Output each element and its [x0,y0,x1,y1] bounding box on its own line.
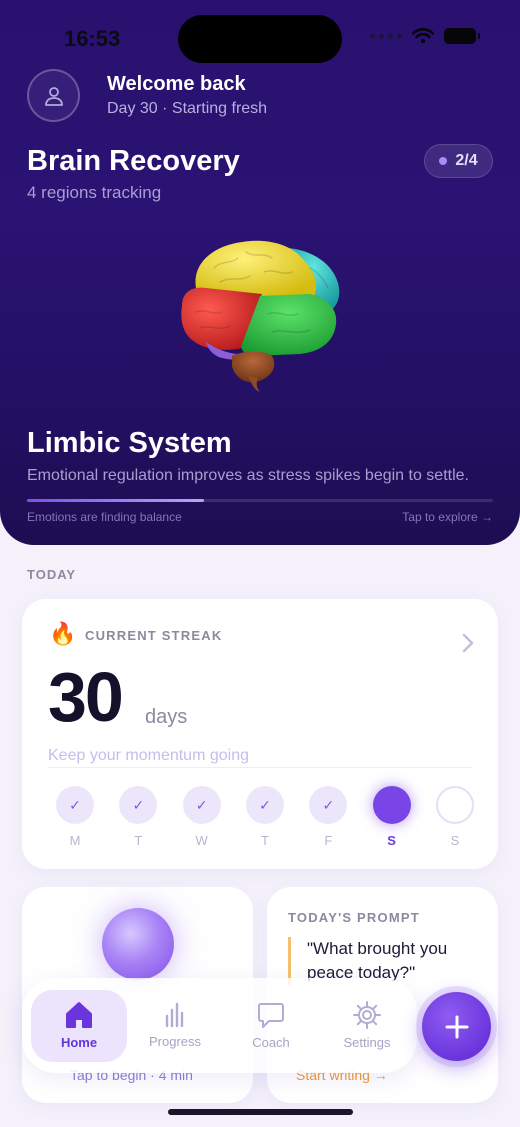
tab-home-label: Home [60,1035,98,1050]
add-button[interactable] [422,992,491,1061]
day-circle [372,786,411,824]
divider [48,767,472,768]
check-icon: ✓ [309,786,348,824]
chevron-right-icon[interactable] [462,633,474,653]
tab-coach-label: Coach [252,1035,290,1050]
day-subtitle: Day 30 · Starting fresh [107,100,268,117]
week-day-label: T [261,833,269,848]
streak-subtitle: Keep your momentum going [48,747,249,764]
tab-settings[interactable]: Settings [319,990,415,1062]
week-day-label: S [387,833,396,848]
tab-home[interactable]: Home [31,989,127,1062]
status-icons [370,28,480,44]
badge-label: 2/4 [455,152,478,169]
region-progress-bar [27,499,493,502]
tap-to-explore-link[interactable]: Tap to explore → [402,510,493,524]
tab-progress-label: Progress [148,1034,202,1049]
avatar[interactable] [27,69,80,122]
home-icon [66,1002,92,1028]
region-description: Emotional regulation improves as stress … [27,467,469,484]
check-icon: ✓ [56,786,94,824]
week-day: ✓ F [308,786,348,848]
home-indicator[interactable] [168,1109,353,1115]
tab-progress[interactable]: Progress [127,990,223,1062]
page-title: Brain Recovery [27,145,240,177]
hero-panel: 16:53 Welcome back Day 30 · Starting fre… [0,0,520,545]
cellular-signal-icon [370,33,402,39]
week-day: S [372,786,412,848]
user-icon [44,86,63,106]
streak-value: 30 [48,658,124,736]
gear-icon [353,1001,381,1029]
bar-chart-icon [165,1002,184,1028]
day-circle [435,786,474,824]
week-day: ✓ T [245,786,285,848]
week-day: S [435,786,475,848]
tab-settings-label: Settings [343,1035,391,1050]
region-progress-fill [27,499,205,502]
tab-bar: Home Progress Coach Settings [22,978,417,1073]
week-day-label: W [195,833,208,848]
week-day: ✓ T [118,786,158,848]
week-day-label: M [69,833,81,848]
week-day: ✓ M [55,786,95,848]
wifi-icon [412,28,434,44]
status-time: 16:53 [64,26,121,51]
streak-card[interactable]: 🔥 CURRENT STREAK 30 days Keep your momen… [22,599,498,869]
chat-bubble-icon [258,1003,284,1028]
week-day-label: S [450,833,460,848]
week-day-label: T [134,833,143,848]
region-title: Limbic System [27,427,232,459]
tab-coach[interactable]: Coach [223,990,319,1062]
breathing-orb[interactable] [102,908,174,980]
battery-icon [444,28,480,44]
regions-count: 4 regions tracking [27,183,162,202]
section-label-today: TODAY [27,567,77,582]
badge-dot-icon [439,157,448,165]
check-icon: ✓ [245,786,284,824]
streak-label: CURRENT STREAK [85,628,223,643]
region-status: Emotions are finding balance [27,510,182,524]
plus-icon [445,1015,468,1038]
check-icon: ✓ [119,786,158,824]
dynamic-island [178,15,342,63]
check-icon: ✓ [182,786,221,824]
prompt-label: TODAY'S PROMPT [288,910,420,925]
week-day: ✓ W [182,786,222,848]
welcome-text: Welcome back [107,73,246,95]
brain-model[interactable] [160,228,360,398]
streak-unit: days [145,706,188,728]
fire-icon: 🔥 [49,621,77,646]
region-page-badge[interactable]: 2/4 [424,144,493,178]
week-tracker: ✓ M ✓ T ✓ W ✓ T ✓ F S S [55,786,475,848]
week-day-label: F [324,833,333,848]
